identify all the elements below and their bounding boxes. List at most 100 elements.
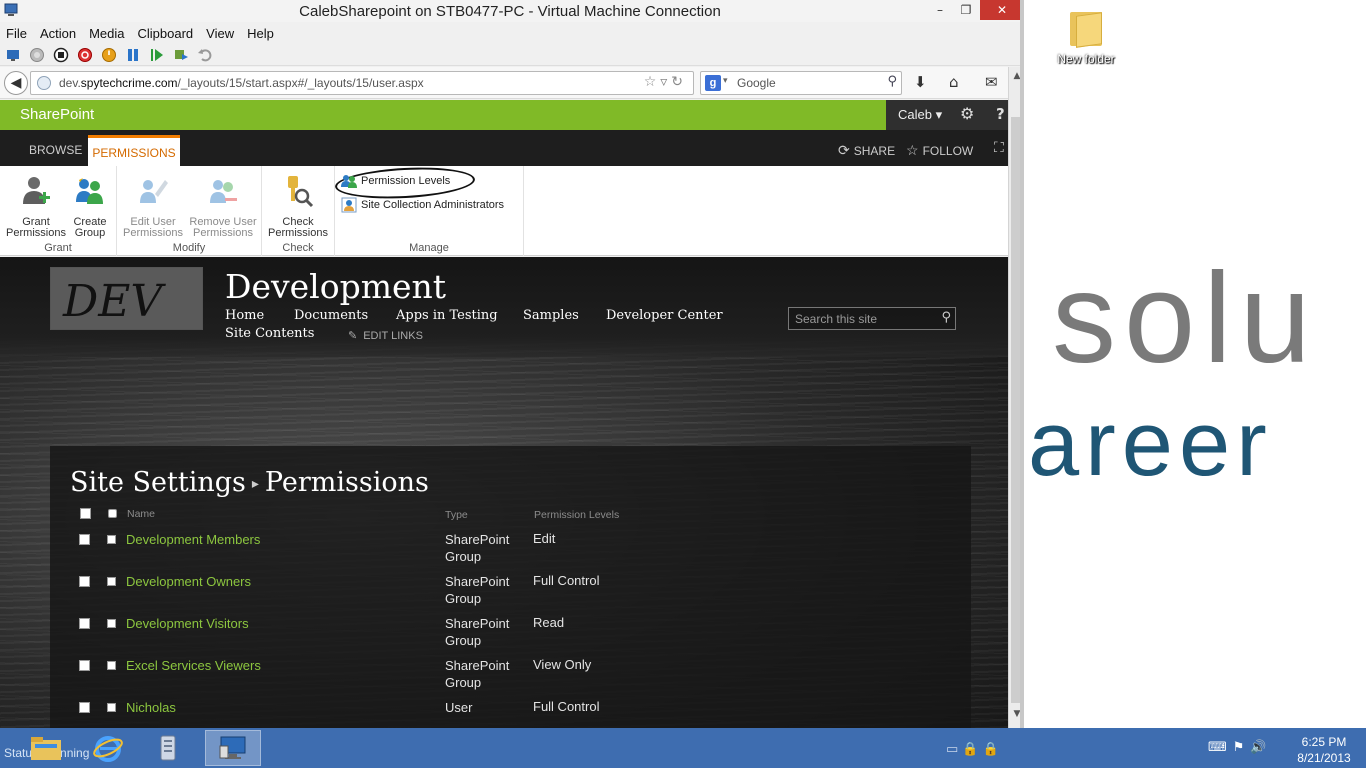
url-field[interactable]: dev.spytechcrime.com/_layouts/15/start.a… xyxy=(30,71,694,95)
row-name-link[interactable]: Excel Services Viewers xyxy=(126,658,261,673)
menu-media[interactable]: Media xyxy=(89,26,124,41)
tab-browse[interactable]: BROWSE xyxy=(29,143,82,157)
user-menu[interactable]: Caleb ▾ xyxy=(898,107,942,123)
menu-view[interactable]: View xyxy=(206,26,234,41)
vm-window-title: CalebSharepoint on STB0477-PC - Virtual … xyxy=(299,3,721,20)
breadcrumb-site-settings[interactable]: Site Settings xyxy=(70,467,246,498)
back-arrow-icon[interactable]: ◀ xyxy=(4,71,28,95)
site-search-icon[interactable]: ⚲ xyxy=(941,310,951,325)
table-row: Excel Services Viewers SharePoint Group … xyxy=(50,657,971,700)
shutdown-icon[interactable] xyxy=(76,46,94,64)
download-icon[interactable]: ⬇ xyxy=(914,73,927,91)
help-icon[interactable]: ? xyxy=(996,105,1005,123)
row-name-link[interactable]: Development Owners xyxy=(126,574,251,589)
row-select-checkbox[interactable] xyxy=(107,661,116,670)
row-permission-level: View Only xyxy=(533,657,592,672)
row-checkbox[interactable] xyxy=(79,576,90,587)
taskbar-clock[interactable]: 6:25 PM 8/21/2013 xyxy=(1284,734,1364,766)
ribbon: Grant Permissions Create Group Grant Edi… xyxy=(0,164,1008,256)
suite-bar-user-area: Caleb ▾ ⚙ ? xyxy=(886,100,1008,130)
row-checkbox[interactable] xyxy=(79,618,90,629)
site-collection-administrators-button[interactable]: Site Collection Administrators xyxy=(341,196,504,214)
select-all-checkbox[interactable] xyxy=(80,508,91,519)
site-title[interactable]: Development xyxy=(225,267,446,306)
scrollbar-thumb[interactable] xyxy=(1011,117,1020,703)
search-icon[interactable]: ⚲ xyxy=(887,74,897,89)
edit-user-permissions-button[interactable]: Edit User Permissions xyxy=(121,174,185,239)
check-permissions-label: Check Permissions xyxy=(268,216,328,239)
restore-button[interactable]: ❐ xyxy=(951,0,981,20)
row-select-checkbox[interactable] xyxy=(107,703,116,712)
nav-apps-in-testing[interactable]: Apps in Testing xyxy=(396,308,498,323)
row-type: SharePoint Group xyxy=(445,658,510,690)
row-permission-level: Edit xyxy=(533,531,556,546)
resume-icon[interactable] xyxy=(148,46,166,64)
tab-permissions[interactable]: PERMISSIONS xyxy=(88,135,180,166)
row-checkbox[interactable] xyxy=(79,660,90,671)
power-icon[interactable] xyxy=(100,46,118,64)
menu-clipboard[interactable]: Clipboard xyxy=(138,26,194,41)
scroll-up-icon[interactable]: ▲ xyxy=(1009,71,1020,81)
system-tray-icons[interactable]: ⌨⚑🔊 xyxy=(1208,740,1273,755)
site-logo[interactable]: DEV xyxy=(50,267,203,330)
column-header-name[interactable]: Name xyxy=(127,508,155,520)
start-icon[interactable] xyxy=(28,46,46,64)
row-select-checkbox[interactable] xyxy=(107,535,116,544)
browser-vertical-scrollbar[interactable]: ▲ ▼ xyxy=(1008,67,1020,728)
site-body: DEV Development Home Documents Apps in T… xyxy=(0,257,1008,728)
revert-icon[interactable] xyxy=(196,46,214,64)
pause-icon[interactable] xyxy=(124,46,142,64)
vm-titlebar[interactable]: CalebSharepoint on STB0477-PC - Virtual … xyxy=(0,0,1020,22)
row-type: SharePoint Group xyxy=(445,616,510,648)
row-checkbox[interactable] xyxy=(79,534,90,545)
focus-content-icon[interactable]: ⛶ xyxy=(994,140,1004,156)
nav-developer-center[interactable]: Developer Center xyxy=(606,308,723,323)
nav-site-contents[interactable]: Site Contents xyxy=(225,326,314,341)
column-header-permission-levels[interactable]: Permission Levels xyxy=(534,509,619,521)
sharepoint-brand[interactable]: SharePoint xyxy=(20,106,94,123)
menu-action[interactable]: Action xyxy=(40,26,76,41)
browser-search-field[interactable]: g ▾ Google ⚲ xyxy=(700,71,902,95)
checkpoint-icon[interactable] xyxy=(172,46,190,64)
row-checkbox[interactable] xyxy=(79,702,90,713)
scroll-down-icon[interactable]: ▼ xyxy=(1009,709,1020,719)
taskbar-internet-explorer[interactable] xyxy=(82,730,134,766)
nav-documents[interactable]: Documents xyxy=(294,308,368,323)
share-button[interactable]: ⟳ SHARE xyxy=(838,142,895,159)
row-select-checkbox[interactable] xyxy=(107,577,116,586)
ctrl-alt-del-icon[interactable] xyxy=(4,46,22,64)
bookmark-star-reload-icons[interactable]: ☆▿↻ xyxy=(644,74,687,90)
header-checkbox[interactable] xyxy=(108,509,117,518)
bookmarks-icon[interactable]: ✉ xyxy=(985,73,998,91)
close-button[interactable]: ✕ xyxy=(980,0,1020,20)
taskbar-app-3[interactable] xyxy=(142,730,194,766)
column-header-type[interactable]: Type xyxy=(445,509,468,521)
site-search-input[interactable]: Search this site ⚲ xyxy=(788,307,956,330)
create-group-button[interactable]: Create Group xyxy=(58,174,122,239)
home-icon[interactable]: ⌂ xyxy=(949,73,959,91)
row-permission-level: Full Control xyxy=(533,573,600,588)
row-name-link[interactable]: Development Visitors xyxy=(126,616,249,631)
edit-links-button[interactable]: ✎ EDIT LINKS xyxy=(348,329,423,342)
taskbar-explorer[interactable] xyxy=(20,730,72,766)
turn-off-icon[interactable] xyxy=(52,46,70,64)
menu-help[interactable]: Help xyxy=(247,26,274,41)
table-row: Development Members SharePoint Group Edi… xyxy=(50,531,971,574)
nav-home[interactable]: Home xyxy=(225,308,264,323)
vm-window: CalebSharepoint on STB0477-PC - Virtual … xyxy=(0,0,1024,728)
menu-file[interactable]: File xyxy=(6,26,27,41)
breadcrumb-permissions: Permissions xyxy=(264,467,429,498)
check-permissions-button[interactable]: Check Permissions xyxy=(266,174,330,239)
search-engine-dropdown-icon[interactable]: ▾ xyxy=(723,76,728,86)
taskbar-vm-connection[interactable] xyxy=(205,730,261,766)
row-name-link[interactable]: Development Members xyxy=(126,532,260,547)
row-permission-level: Read xyxy=(533,615,565,630)
row-select-checkbox[interactable] xyxy=(107,619,116,628)
nav-samples[interactable]: Samples xyxy=(523,308,579,323)
permission-levels-button[interactable]: Permission Levels xyxy=(341,172,450,190)
gear-icon[interactable]: ⚙ xyxy=(960,104,974,123)
row-name-link[interactable]: Nicholas xyxy=(126,700,176,715)
remove-user-permissions-button[interactable]: Remove User Permissions xyxy=(187,174,259,239)
desktop-folder[interactable]: New folder xyxy=(1054,6,1118,66)
follow-button[interactable]: ☆ FOLLOW xyxy=(906,142,973,159)
